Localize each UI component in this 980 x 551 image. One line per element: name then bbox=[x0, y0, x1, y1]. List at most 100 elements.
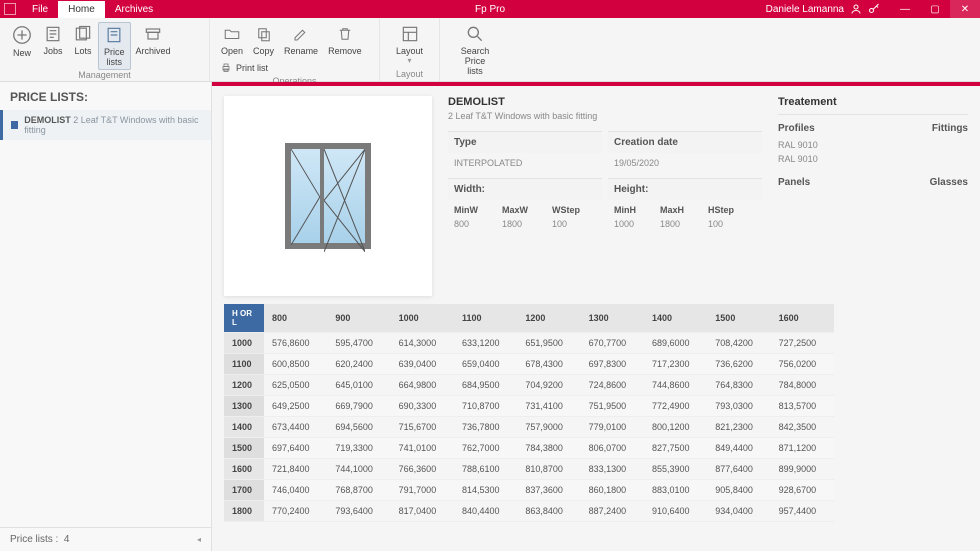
table-cell[interactable]: 721,8400 bbox=[264, 459, 327, 480]
table-row[interactable]: 1000576,8600595,4700614,3000633,1200651,… bbox=[224, 333, 834, 354]
table-cell[interactable]: 690,3300 bbox=[391, 396, 454, 417]
table-cell[interactable]: 791,7000 bbox=[391, 480, 454, 501]
table-cell[interactable]: 724,8600 bbox=[581, 375, 644, 396]
table-cell[interactable]: 814,5300 bbox=[454, 480, 517, 501]
table-col-header[interactable]: 1400 bbox=[644, 304, 707, 333]
table-row[interactable]: 1100600,8500620,2400639,0400659,0400678,… bbox=[224, 354, 834, 375]
open-button[interactable]: Open bbox=[216, 22, 248, 58]
table-cell[interactable]: 736,7800 bbox=[454, 417, 517, 438]
table-cell[interactable]: 708,4200 bbox=[707, 333, 770, 354]
table-cell[interactable]: 928,6700 bbox=[771, 480, 834, 501]
table-cell[interactable]: 694,5600 bbox=[327, 417, 390, 438]
table-cell[interactable]: 625,0500 bbox=[264, 375, 327, 396]
table-cell[interactable]: 788,6100 bbox=[454, 459, 517, 480]
table-cell[interactable]: 659,0400 bbox=[454, 354, 517, 375]
table-cell[interactable]: 746,0400 bbox=[264, 480, 327, 501]
table-col-header[interactable]: 1000 bbox=[391, 304, 454, 333]
table-cell[interactable]: 810,8700 bbox=[517, 459, 580, 480]
copy-button[interactable]: Copy bbox=[248, 22, 279, 58]
table-cell[interactable]: 779,0100 bbox=[581, 417, 644, 438]
table-cell[interactable]: 821,2300 bbox=[707, 417, 770, 438]
jobs-button[interactable]: Jobs bbox=[38, 22, 68, 58]
table-cell[interactable]: 784,3800 bbox=[517, 438, 580, 459]
table-cell[interactable]: 639,0400 bbox=[391, 354, 454, 375]
maximize-button[interactable]: ▢ bbox=[920, 0, 950, 18]
table-cell[interactable]: 883,0100 bbox=[644, 480, 707, 501]
table-cell[interactable]: 600,8500 bbox=[264, 354, 327, 375]
tab-archives[interactable]: Archives bbox=[105, 1, 163, 18]
table-cell[interactable]: 719,3300 bbox=[327, 438, 390, 459]
table-col-header[interactable]: 1100 bbox=[454, 304, 517, 333]
remove-button[interactable]: Remove bbox=[323, 22, 367, 58]
table-cell[interactable]: 842,3500 bbox=[771, 417, 834, 438]
table-cell[interactable]: 764,8300 bbox=[707, 375, 770, 396]
table-cell[interactable]: 614,3000 bbox=[391, 333, 454, 354]
app-menu-icon[interactable] bbox=[4, 3, 16, 15]
table-cell[interactable]: 817,0400 bbox=[391, 501, 454, 522]
table-cell[interactable]: 710,8700 bbox=[454, 396, 517, 417]
table-cell[interactable]: 784,8000 bbox=[771, 375, 834, 396]
tab-home[interactable]: Home bbox=[58, 1, 105, 18]
table-row[interactable]: 1300649,2500669,7900690,3300710,8700731,… bbox=[224, 396, 834, 417]
table-cell[interactable]: 649,2500 bbox=[264, 396, 327, 417]
table-cell[interactable]: 877,6400 bbox=[707, 459, 770, 480]
table-cell[interactable]: 800,1200 bbox=[644, 417, 707, 438]
table-cell[interactable]: 744,1000 bbox=[327, 459, 390, 480]
table-cell[interactable]: 855,3900 bbox=[644, 459, 707, 480]
table-cell[interactable]: 669,7900 bbox=[327, 396, 390, 417]
table-row[interactable]: 1400673,4400694,5600715,6700736,7800757,… bbox=[224, 417, 834, 438]
table-cell[interactable]: 717,2300 bbox=[644, 354, 707, 375]
table-cell[interactable]: 910,6400 bbox=[644, 501, 707, 522]
sidebar-collapse-icon[interactable]: ◂ bbox=[197, 535, 201, 544]
table-col-header[interactable]: 1500 bbox=[707, 304, 770, 333]
table-cell[interactable]: 863,8400 bbox=[517, 501, 580, 522]
table-cell[interactable]: 727,2500 bbox=[771, 333, 834, 354]
table-cell[interactable]: 684,9500 bbox=[454, 375, 517, 396]
table-cell[interactable]: 887,2400 bbox=[581, 501, 644, 522]
close-button[interactable]: ✕ bbox=[950, 0, 980, 18]
key-icon[interactable] bbox=[868, 3, 880, 15]
table-cell[interactable]: 827,7500 bbox=[644, 438, 707, 459]
table-cell[interactable]: 689,6000 bbox=[644, 333, 707, 354]
table-col-header[interactable]: 1200 bbox=[517, 304, 580, 333]
table-cell[interactable]: 697,6400 bbox=[264, 438, 327, 459]
archived-button[interactable]: Archived bbox=[131, 22, 176, 58]
table-row[interactable]: 1800770,2400793,6400817,0400840,4400863,… bbox=[224, 501, 834, 522]
table-cell[interactable]: 770,2400 bbox=[264, 501, 327, 522]
table-cell[interactable]: 595,4700 bbox=[327, 333, 390, 354]
new-button[interactable]: New bbox=[6, 22, 38, 60]
table-cell[interactable]: 840,4400 bbox=[454, 501, 517, 522]
table-cell[interactable]: 731,4100 bbox=[517, 396, 580, 417]
table-cell[interactable]: 934,0400 bbox=[707, 501, 770, 522]
price-table[interactable]: H OR L8009001000110012001300140015001600… bbox=[212, 304, 980, 526]
table-cell[interactable]: 860,1800 bbox=[581, 480, 644, 501]
table-cell[interactable]: 762,7000 bbox=[454, 438, 517, 459]
table-cell[interactable]: 871,1200 bbox=[771, 438, 834, 459]
table-cell[interactable]: 833,1300 bbox=[581, 459, 644, 480]
table-cell[interactable]: 772,4900 bbox=[644, 396, 707, 417]
table-cell[interactable]: 957,4400 bbox=[771, 501, 834, 522]
table-cell[interactable]: 664,9800 bbox=[391, 375, 454, 396]
table-cell[interactable]: 736,6200 bbox=[707, 354, 770, 375]
table-row[interactable]: 1700746,0400768,8700791,7000814,5300837,… bbox=[224, 480, 834, 501]
table-cell[interactable]: 813,5700 bbox=[771, 396, 834, 417]
table-cell[interactable]: 645,0100 bbox=[327, 375, 390, 396]
table-cell[interactable]: 715,6700 bbox=[391, 417, 454, 438]
tab-file[interactable]: File bbox=[22, 1, 58, 18]
table-col-header[interactable]: 1300 bbox=[581, 304, 644, 333]
table-cell[interactable]: 670,7700 bbox=[581, 333, 644, 354]
lots-button[interactable]: Lots bbox=[68, 22, 98, 58]
price-list-item[interactable]: DEMOLIST 2 Leaf T&T Windows with basic f… bbox=[0, 110, 211, 140]
table-cell[interactable]: 905,8400 bbox=[707, 480, 770, 501]
table-cell[interactable]: 741,0100 bbox=[391, 438, 454, 459]
layout-button[interactable]: Layout▾ bbox=[391, 22, 428, 67]
table-cell[interactable]: 766,3600 bbox=[391, 459, 454, 480]
price-lists-button[interactable]: Price lists bbox=[98, 22, 131, 70]
table-cell[interactable]: 837,3600 bbox=[517, 480, 580, 501]
table-col-header[interactable]: 900 bbox=[327, 304, 390, 333]
table-col-header[interactable]: 800 bbox=[264, 304, 327, 333]
table-cell[interactable]: 697,8300 bbox=[581, 354, 644, 375]
table-cell[interactable]: 899,9000 bbox=[771, 459, 834, 480]
table-cell[interactable]: 704,9200 bbox=[517, 375, 580, 396]
table-cell[interactable]: 744,8600 bbox=[644, 375, 707, 396]
